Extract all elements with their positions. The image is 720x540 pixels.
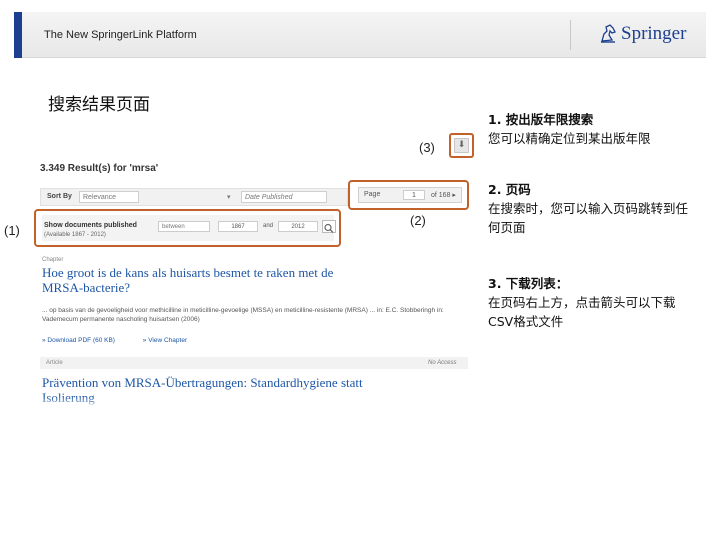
access-badge: No Access	[428, 360, 457, 366]
filter-to-year-input[interactable]: 2012	[278, 221, 318, 232]
marker-2: (2)	[410, 213, 426, 228]
note-3-title: 3. 下载列表：	[488, 276, 569, 291]
search-icon	[324, 223, 334, 233]
slide-header: The New SpringerLink Platform Springer	[14, 12, 706, 58]
note-1-body: 您可以精确定位到某出版年限	[488, 131, 651, 146]
note-3: 3. 下载列表： 在页码右上方，点击箭头可以下载CSV格式文件	[488, 274, 693, 331]
article-links: » Download PDF (60 KB) » View Chapter	[42, 337, 213, 344]
pagination: Page 1 of 168 ▸	[358, 187, 462, 203]
filter-search-button[interactable]	[322, 220, 336, 233]
sort-label: Sort By	[47, 193, 72, 200]
page-of-total[interactable]: of 168 ▸	[431, 191, 456, 199]
springer-logo: Springer	[598, 23, 686, 45]
note-1: 1. 按出版年限搜索 您可以精确定位到某出版年限	[488, 110, 708, 148]
article-type: Article	[46, 360, 63, 366]
page-number-input[interactable]: 1	[403, 190, 425, 200]
page-label: Page	[364, 191, 381, 198]
note-2-body: 在搜索时，您可以输入页码跳转到任何页面	[488, 201, 689, 235]
note-3-body: 在页码右上方，点击箭头可以下载CSV格式文件	[488, 295, 676, 329]
article-header-bar	[40, 357, 468, 369]
pagination-highlight: Page 1 of 168 ▸	[348, 180, 469, 210]
download-csv-button[interactable]: ⬇	[449, 133, 474, 158]
article-title-link[interactable]: Hoe groot is de kans als huisarts besmet…	[42, 265, 372, 295]
date-published-sort[interactable]: Date Published	[241, 191, 327, 203]
marker-3: (3)	[419, 140, 435, 155]
sort-select[interactable]: Relevance	[79, 191, 139, 203]
filter-title: Show documents published	[44, 222, 137, 229]
download-arrow-icon: ⬇	[454, 138, 469, 153]
filter-from-year-input[interactable]: 1867	[218, 221, 258, 232]
view-chapter-link[interactable]: » View Chapter	[143, 337, 187, 344]
header-divider	[570, 20, 571, 50]
note-1-title: 1. 按出版年限搜索	[488, 112, 594, 127]
date-filter-highlight: Show documents published (Available 1867…	[34, 209, 341, 247]
filter-available-range: (Available 1867 - 2012)	[44, 232, 106, 238]
note-2-title: 2. 页码	[488, 182, 531, 197]
results-summary: 3.349 Result(s) for 'mrsa'	[40, 163, 159, 174]
screenshot-fade	[36, 396, 472, 410]
platform-title: The New SpringerLink Platform	[44, 29, 197, 41]
marker-1: (1)	[4, 223, 20, 238]
sort-bar: Sort By Relevance ▾ Date Published	[40, 188, 348, 206]
date-filter: Show documents published (Available 1867…	[42, 215, 336, 241]
article-type: Chapter	[42, 257, 64, 263]
note-2: 2. 页码 在搜索时，您可以输入页码跳转到任何页面	[488, 180, 693, 237]
springer-wordmark: Springer	[621, 23, 687, 44]
filter-mode-select[interactable]: between	[158, 221, 210, 232]
springer-horse-icon	[601, 24, 616, 43]
download-pdf-link[interactable]: » Download PDF (60 KB)	[42, 337, 115, 344]
header-accent-bar	[14, 12, 22, 58]
article-snippet: ... op basis van de gevoeligheid voor me…	[42, 307, 444, 323]
sort-arrow-icon[interactable]: ▾	[227, 193, 231, 201]
filter-and-label: and	[263, 223, 274, 229]
slide-title: 搜索结果页面	[48, 95, 150, 115]
